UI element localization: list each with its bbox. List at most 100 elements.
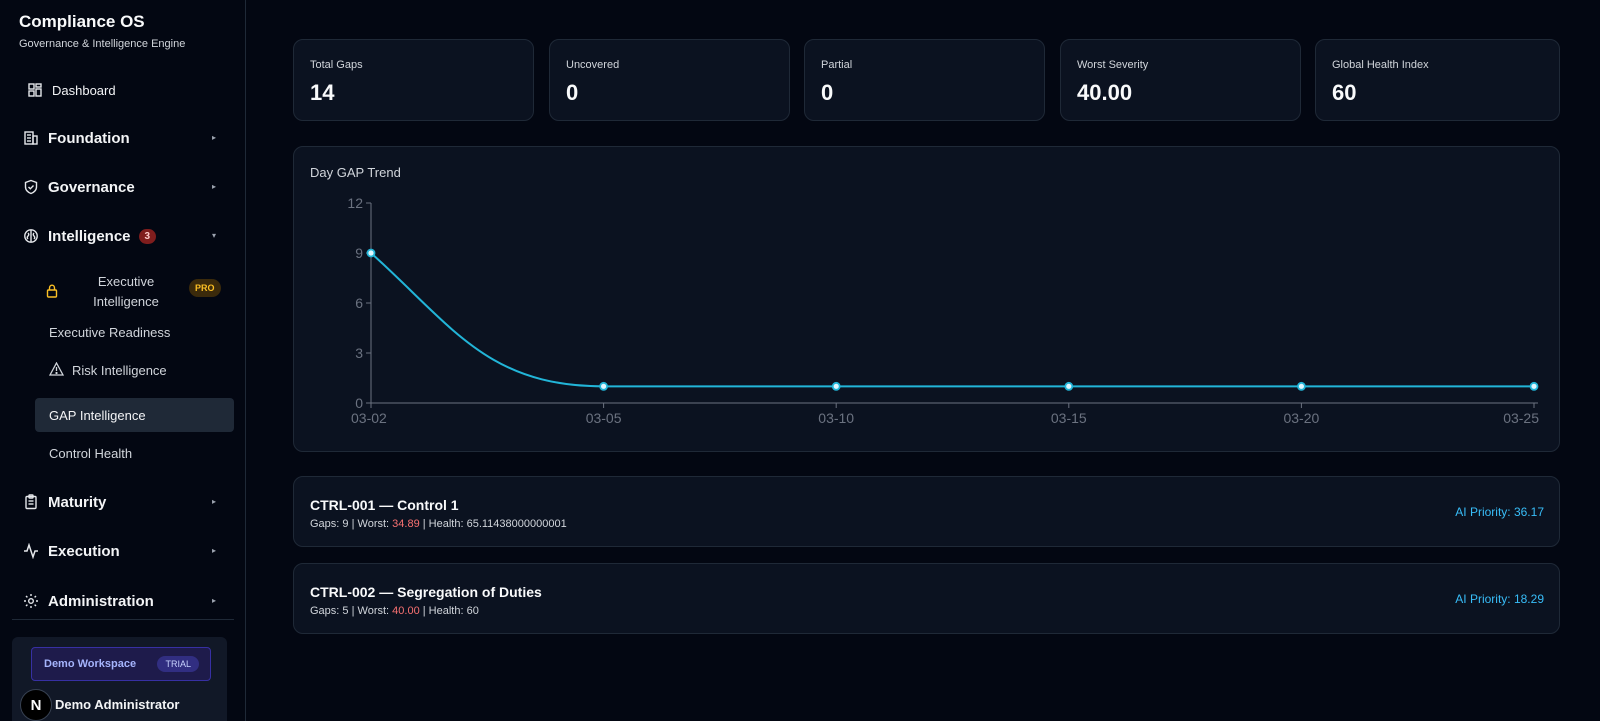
brand: Compliance OS Governance & Intelligence … [0,0,245,50]
main-content: Total Gaps 14 Uncovered 0 Partial 0 Wors… [246,0,1600,721]
plan-badge: TRIAL [157,656,199,672]
chevron-right-icon[interactable]: ▸ [212,133,216,142]
notification-count-badge: 3 [138,228,157,244]
control-health: Health: 60 [428,605,479,617]
workspace-switcher[interactable]: Demo Workspace TRIAL [31,647,211,681]
user-name: Demo Administrator [55,697,180,712]
activity-icon [23,543,39,559]
control-gaps: Gaps: 9 [310,518,349,530]
gear-icon [23,593,39,609]
data-point [1529,381,1539,391]
control-worst-value: 34.89 [392,518,420,530]
sidebar-item-governance[interactable]: Governance [23,175,135,199]
sidebar-subitem-label: Intelligence [93,294,159,309]
sidebar-subitem-control-health[interactable]: Control Health [49,446,132,461]
control-gaps: Gaps: 5 [310,605,349,617]
sidebar-item-label: Administration [48,592,154,610]
sidebar-item-label: Governance [48,178,135,196]
control-title: CTRL-001 — Control 1 [310,497,459,513]
x-tick-label: 03-20 [1283,410,1319,426]
chevron-down-icon[interactable]: ▾ [212,231,216,240]
data-point [366,248,376,258]
y-tick-label: 0 [355,395,363,411]
sidebar-item-label: Intelligence [48,227,131,245]
ai-priority: AI Priority: 18.29 [1455,592,1544,606]
building-icon [23,130,39,146]
control-meta: Gaps: 5 | Worst: 40.00 | Health: 60 [310,605,479,617]
workspace-name: Demo Workspace [44,658,137,670]
sidebar-item-label: Execution [48,542,120,560]
series-line [370,252,1534,388]
stat-label: Partial [821,59,853,71]
stat-value: 0 [566,80,579,105]
x-tick-label: 03-25 [1503,410,1539,426]
stat-card-uncovered: Uncovered 0 [549,39,790,121]
data-point [1064,381,1074,391]
sidebar-item-label: Foundation [48,129,130,147]
chevron-right-icon[interactable]: ▸ [212,546,216,555]
data-point [599,381,609,391]
sidebar-item-administration[interactable]: Administration [23,589,154,613]
stat-label: Worst Severity [1077,59,1149,71]
brand-subtitle: Governance & Intelligence Engine [19,38,186,50]
control-title: CTRL-002 — Segregation of Duties [310,584,542,600]
sidebar-item-label: Maturity [48,493,107,511]
sidebar-divider [12,619,234,620]
control-row[interactable]: CTRL-002 — Segregation of Duties Gaps: 5… [293,563,1560,634]
stat-label: Global Health Index [1332,59,1429,71]
stat-card-partial: Partial 0 [804,39,1045,121]
ai-priority: AI Priority: 36.17 [1455,505,1544,519]
warning-triangle-icon [48,361,65,381]
data-point [831,381,841,391]
x-tick-label: 03-05 [586,410,622,426]
stat-value: 60 [1332,80,1357,105]
sidebar-subitem-executive-intelligence[interactable]: Executive Intelligence [70,272,182,312]
control-worst-value: 40.00 [392,605,420,617]
stat-value: 0 [821,80,834,105]
x-tick-label: 03-10 [818,410,854,426]
sidebar-item-execution[interactable]: Execution [23,539,120,563]
grid-icon [27,82,43,98]
sidebar-subitem-risk-intelligence[interactable]: Risk Intelligence [72,363,167,378]
stat-card-global-health-index: Global Health Index 60 [1315,39,1560,121]
control-health: Health: 65.11438000000001 [428,518,567,530]
sidebar-item-intelligence[interactable]: Intelligence 3 [23,224,157,248]
y-tick-label: 6 [355,295,363,311]
shield-check-icon [23,179,39,195]
sidebar-item-foundation[interactable]: Foundation [23,126,130,150]
sidebar-item-dashboard[interactable]: Dashboard [27,78,116,102]
avatar[interactable]: N [20,689,52,721]
lock-icon [46,284,58,303]
brand-title: Compliance OS [19,12,145,31]
trend-line-chart: 0 3 6 9 12 03-02 03-05 03-10 03-15 03-20 03-25 [347,195,1539,426]
clipboard-icon [23,494,39,510]
stat-card-total-gaps: Total Gaps 14 [293,39,534,121]
y-tick-label: 3 [355,345,363,361]
sidebar-subitem-executive-readiness[interactable]: Executive Readiness [49,325,170,340]
chevron-right-icon[interactable]: ▸ [212,596,216,605]
x-tick-label: 03-15 [1051,410,1087,426]
stat-card-worst-severity: Worst Severity 40.00 [1060,39,1301,121]
control-worst-label: Worst: [357,518,390,530]
stat-value: 14 [310,80,335,105]
sidebar: Compliance OS Governance & Intelligence … [0,0,246,721]
control-worst-label: Worst: [357,605,390,617]
pro-badge: PRO [189,279,221,297]
day-gap-trend-card: Day GAP Trend 0 3 6 9 12 03-02 03-05 03-10 03-15… [293,146,1560,452]
control-row[interactable]: CTRL-001 — Control 1 Gaps: 9 | Worst: 34… [293,476,1560,547]
stat-label: Uncovered [566,59,620,71]
sidebar-item-label: Dashboard [52,82,116,98]
data-point [1297,381,1306,391]
chevron-right-icon[interactable]: ▸ [212,182,216,191]
sidebar-subitem-label: Executive [97,274,155,289]
x-tick-label: 03-02 [351,410,387,426]
control-meta: Gaps: 9 | Worst: 34.89 | Health: 65.1143… [310,518,567,530]
stat-value: 40.00 [1077,80,1133,105]
y-tick-label: 12 [347,195,363,211]
chevron-right-icon[interactable]: ▸ [212,497,216,506]
brain-icon [23,228,39,244]
stat-label: Total Gaps [310,59,363,71]
y-tick-label: 9 [355,245,363,261]
sidebar-item-maturity[interactable]: Maturity [23,490,106,514]
sidebar-subitem-gap-intelligence[interactable]: GAP Intelligence [49,408,146,423]
